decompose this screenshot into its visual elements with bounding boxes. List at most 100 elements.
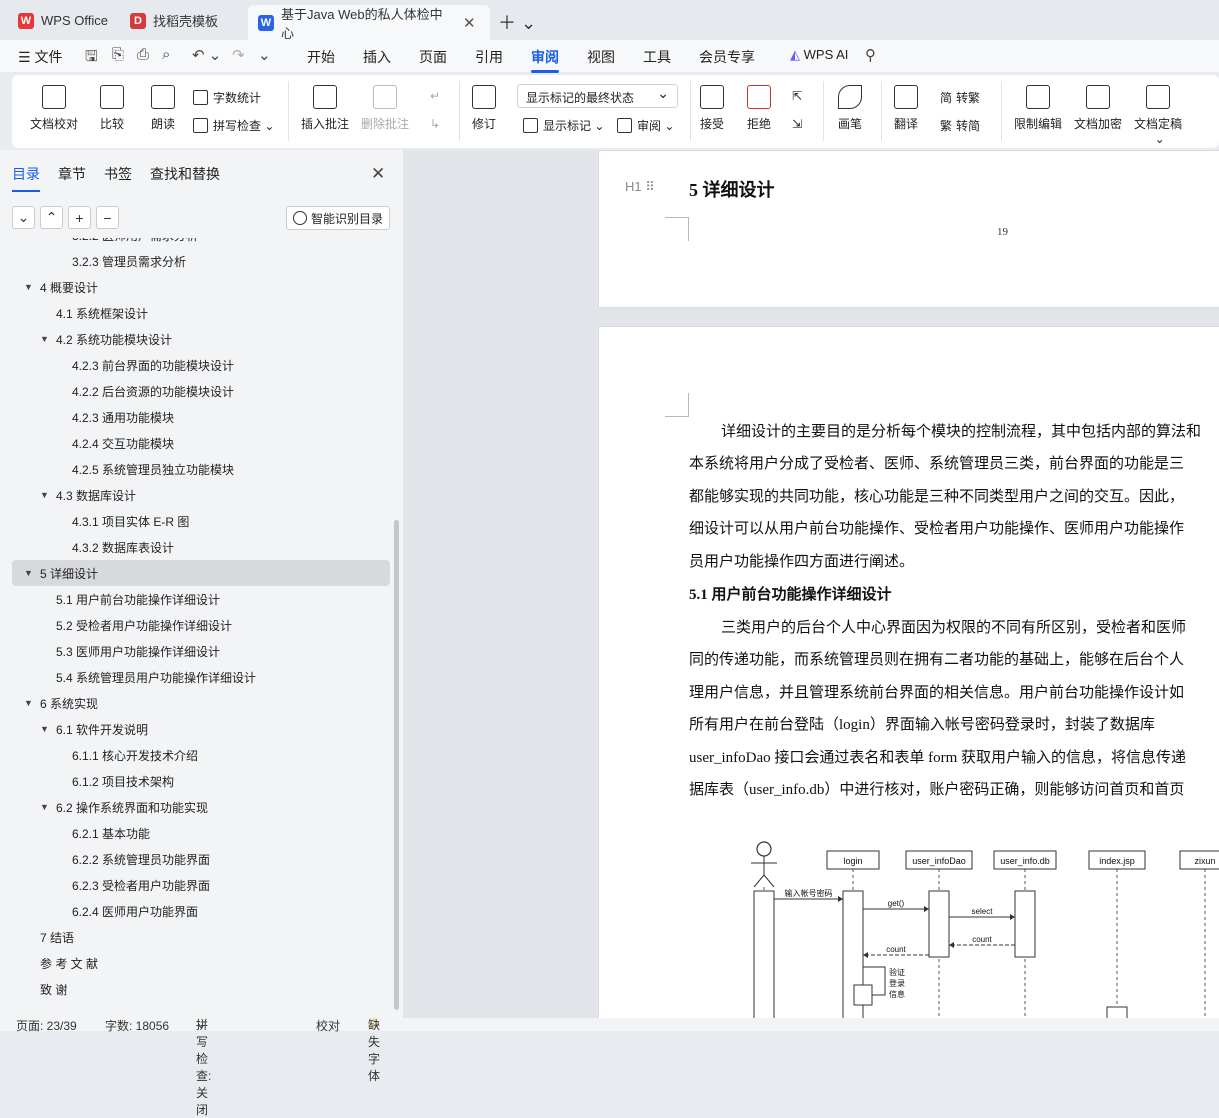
tab-document[interactable]: W 基于Java Web的私人体检中心 ✕ <box>248 5 490 41</box>
menu-insert[interactable]: 插入 <box>363 47 391 67</box>
toc-item[interactable]: 6.1.2 项目技术架构 <box>56 768 174 794</box>
save-icon[interactable]: 🖫 <box>85 46 98 71</box>
toc-item[interactable]: 4.1 系统框架设计 <box>40 300 148 326</box>
search-icon[interactable]: ⚲ <box>865 46 876 64</box>
reject-button[interactable]: 拒绝 <box>747 85 771 132</box>
toc-item[interactable]: 参 考 文 献 <box>24 950 98 976</box>
toc-item[interactable]: ▼ 4 概要设计 <box>24 274 98 300</box>
toc-item[interactable]: ▼ 5 详细设计 <box>12 560 390 586</box>
collapse-icon[interactable]: ⌄ <box>12 206 35 229</box>
add-icon[interactable]: + <box>68 206 91 229</box>
toc-item[interactable]: 3.2.3 管理员需求分析 <box>56 248 186 274</box>
nav-tab-find-replace[interactable]: 查找和替换 <box>150 164 220 184</box>
mark-state-select[interactable]: 显示标记的最终状态 <box>517 84 678 108</box>
menu-member[interactable]: 会员专享 <box>699 47 755 67</box>
expand-triangle-icon[interactable]: ▼ <box>40 724 56 734</box>
tab-wps-office[interactable]: W WPS Office <box>8 5 118 36</box>
more-icon[interactable]: ⌄ <box>258 46 271 64</box>
toc-item[interactable]: 6.2.2 系统管理员功能界面 <box>56 846 210 872</box>
print-icon[interactable]: ⎙ <box>137 46 149 63</box>
menu-reference[interactable]: 引用 <box>475 47 503 67</box>
print-preview-icon[interactable]: ⌕ <box>162 46 170 63</box>
toc-item[interactable]: ▼ 4.2 系统功能模块设计 <box>40 326 172 352</box>
spell-status[interactable]: 拼写检查: 关闭 ⌄ <box>196 1017 211 1117</box>
next-comment-icon[interactable]: ↳ <box>430 117 440 131</box>
nav-tab-toc[interactable]: 目录 <box>12 164 40 192</box>
expand-triangle-icon[interactable]: ▼ <box>40 802 56 812</box>
toc-item[interactable]: 4.2.2 后台资源的功能模块设计 <box>56 378 234 404</box>
toc-item[interactable]: 6.2.1 基本功能 <box>56 820 150 846</box>
encrypt-button[interactable]: 文档加密 <box>1074 85 1122 132</box>
toc-item[interactable]: 6.2.4 医师用户功能界面 <box>56 898 198 924</box>
read-aloud-button[interactable]: 朗读 <box>151 85 175 132</box>
toc-item[interactable]: 5.4 系统管理员用户功能操作详细设计 <box>40 664 256 690</box>
expand-up-icon[interactable]: ⌃ <box>40 206 63 229</box>
new-tab-icon[interactable]: ＋ ⌄ <box>498 9 536 35</box>
toc-item[interactable]: 5.3 医师用户功能操作详细设计 <box>40 638 220 664</box>
menu-view[interactable]: 视图 <box>587 47 615 67</box>
toc-item[interactable]: ▼ 6 系统实现 <box>24 690 98 716</box>
restrict-edit-button[interactable]: 限制编辑 <box>1014 85 1062 132</box>
to-traditional-button[interactable]: 简转繁 <box>940 89 980 106</box>
nav-tab-sections[interactable]: 章节 <box>58 164 86 184</box>
remove-icon[interactable]: − <box>96 206 119 229</box>
pen-button[interactable]: 画笔 <box>838 85 862 132</box>
word-count[interactable]: 字数: 18056 <box>105 1017 169 1034</box>
share-icon[interactable]: ⎘ <box>112 46 124 63</box>
expand-triangle-icon[interactable]: ▼ <box>24 282 40 292</box>
wps-ai-button[interactable]: ◭ WPS AI <box>790 47 848 63</box>
toc-item[interactable]: 致 谢 <box>24 976 67 1002</box>
menu-review[interactable]: 审阅 <box>531 47 559 73</box>
compare-button[interactable]: 比较 <box>100 85 124 132</box>
file-menu[interactable]: ☰ 文件 <box>18 47 62 67</box>
smart-toc-button[interactable]: 智能识别目录 <box>286 206 390 230</box>
toc-item[interactable]: 6.1.1 核心开发技术介绍 <box>56 742 198 768</box>
expand-triangle-icon[interactable]: ▼ <box>24 568 40 578</box>
toc-item[interactable]: 4.2.3 通用功能模块 <box>56 404 174 430</box>
revise-button[interactable]: 修订 <box>472 85 496 132</box>
toc-item[interactable]: 4.2.4 交互功能模块 <box>56 430 174 456</box>
expand-triangle-icon[interactable]: ▼ <box>40 490 56 500</box>
menu-tools[interactable]: 工具 <box>643 47 671 67</box>
close-icon[interactable]: ✕ <box>371 164 385 184</box>
heading-level-marker[interactable]: H1 ⠿ <box>625 179 655 195</box>
toc-item[interactable]: 4.3.1 项目实体 E-R 图 <box>56 508 189 534</box>
toc-item[interactable]: ▼ 4.3 数据库设计 <box>40 482 136 508</box>
finalize-button[interactable]: 文档定稿 ⌄ <box>1134 85 1182 146</box>
toc-item[interactable]: 7 结语 <box>24 924 74 950</box>
toc-item[interactable]: 4.2.3 前台界面的功能模块设计 <box>56 352 234 378</box>
delete-comment-button[interactable]: 删除批注 <box>361 85 409 132</box>
proofread-button[interactable]: 文档校对 <box>30 85 78 132</box>
undo-icon[interactable]: ↶ ⌄ <box>192 46 221 64</box>
toc-item[interactable]: 4.2.5 系统管理员独立功能模块 <box>56 456 234 482</box>
toc-item[interactable]: 5.1 用户前台功能操作详细设计 <box>40 586 220 612</box>
prev-change-icon[interactable]: ⇱ <box>792 89 802 103</box>
redo-icon[interactable]: ↷ <box>232 46 245 64</box>
scrollbar[interactable] <box>394 520 399 1010</box>
to-simplified-button[interactable]: 繁转简 <box>940 117 980 134</box>
nav-tab-bookmarks[interactable]: 书签 <box>104 164 132 184</box>
toc-item[interactable]: ▼ 6.2 操作系统界面和功能实现 <box>40 794 208 820</box>
toc-item[interactable]: 4.3.2 数据库表设计 <box>56 534 174 560</box>
menu-start[interactable]: 开始 <box>307 47 335 67</box>
toc-item[interactable]: 6.2.3 受检者用户功能界面 <box>56 872 210 898</box>
toc-item[interactable]: 3.2.2 医师用户需求分析 <box>56 238 198 248</box>
review-pane-button[interactable]: 审阅 ⌄ <box>617 117 674 134</box>
prev-comment-icon[interactable]: ↵ <box>430 89 440 103</box>
spell-check-button[interactable]: 拼写检查 ⌄ <box>193 117 274 134</box>
toc-item[interactable]: ▼ 6.1 软件开发说明 <box>40 716 148 742</box>
translate-button[interactable]: 翻译 <box>894 85 918 132</box>
page-indicator[interactable]: 页面: 23/39 <box>16 1017 77 1034</box>
word-count-button[interactable]: 字数统计 <box>193 89 261 106</box>
insert-comment-button[interactable]: 插入批注 <box>301 85 349 132</box>
next-change-icon[interactable]: ⇲ <box>792 117 802 131</box>
menu-page[interactable]: 页面 <box>419 47 447 67</box>
expand-triangle-icon[interactable]: ▼ <box>24 698 40 708</box>
accept-button[interactable]: 接受 <box>700 85 724 132</box>
expand-triangle-icon[interactable]: ▼ <box>40 334 56 344</box>
show-marks-button[interactable]: 显示标记 ⌄ <box>523 117 604 134</box>
tab-template[interactable]: D 找稻壳模板 <box>120 5 228 36</box>
toc-item[interactable]: 5.2 受检者用户功能操作详细设计 <box>40 612 232 638</box>
close-tab-icon[interactable]: ✕ <box>463 14 476 32</box>
proof-status[interactable]: 校对 <box>316 1017 340 1034</box>
